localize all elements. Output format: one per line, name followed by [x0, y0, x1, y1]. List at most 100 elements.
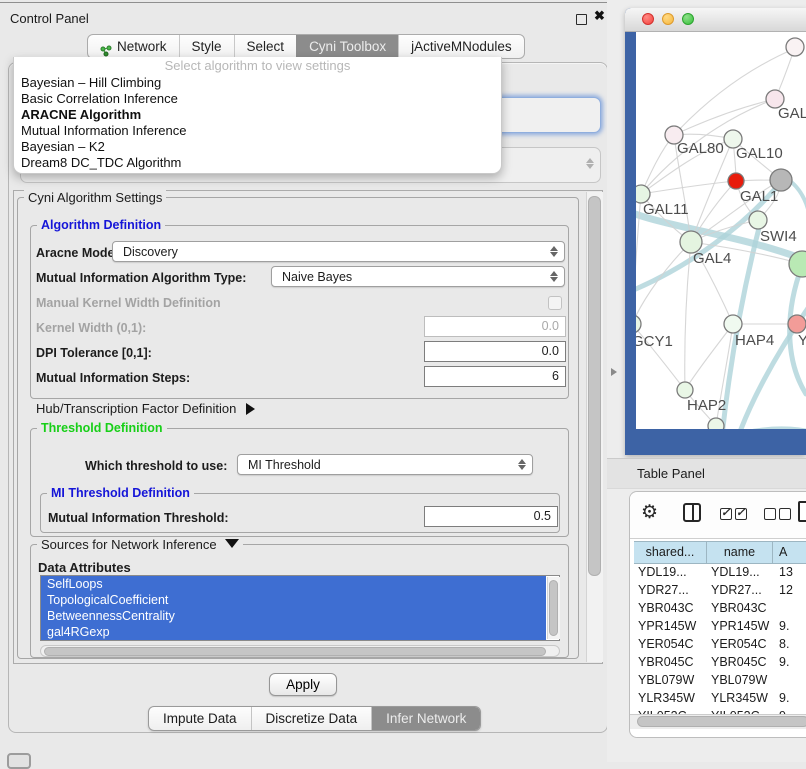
table-cell: 9.	[773, 689, 806, 707]
network-edge	[674, 99, 775, 135]
mi-threshold-label: Mutual Information Threshold:	[48, 511, 229, 525]
table-row[interactable]: YLR345WYLR345W9.	[634, 689, 806, 707]
tab-infer-network-label: Infer Network	[386, 711, 466, 726]
column-header-partial[interactable]: A	[773, 542, 806, 563]
mi-algorithm-type-combo[interactable]: Naive Bayes	[271, 266, 565, 287]
tab-jactivemnodules-label: jActiveMNodules	[411, 35, 512, 58]
network-node[interactable]	[786, 38, 804, 56]
data-attribute-item[interactable]: BetweennessCentrality	[41, 608, 546, 624]
table-cell: YLR345W	[707, 689, 773, 707]
network-node[interactable]	[788, 315, 806, 333]
tab-style[interactable]: Style	[179, 35, 234, 58]
algorithm-option[interactable]: Basic Correlation Inference	[14, 91, 501, 107]
document-icon[interactable]	[798, 501, 806, 522]
gear-icon[interactable]: ⚙	[641, 501, 658, 524]
network-node-label: GCY1	[636, 333, 673, 350]
data-attribute-item[interactable]: TopologicalCoefficient	[41, 592, 546, 608]
window-top-edge	[0, 2, 620, 3]
bottom-left-partial-button[interactable]	[7, 753, 31, 769]
network-window-titlebar[interactable]	[625, 8, 806, 32]
aracne-mode-combo[interactable]: Discovery	[112, 241, 565, 262]
apply-button[interactable]: Apply	[269, 673, 337, 696]
table-cell	[773, 599, 806, 617]
algorithm-option[interactable]: Bayesian – Hill Climbing	[14, 75, 501, 91]
network-node-label: SWI4	[760, 228, 797, 245]
tab-network[interactable]: Network	[88, 35, 179, 58]
hub-definition-toggle[interactable]: Hub/Transcription Factor Definition	[36, 401, 255, 416]
tab-cyni-toolbox[interactable]: Cyni Toolbox	[296, 35, 398, 58]
table-row[interactable]: YER054CYER054C8.	[634, 635, 806, 653]
table-row[interactable]: YBL079WYBL079W	[634, 671, 806, 689]
table-cell: YBL079W	[634, 671, 707, 689]
data-attribute-item[interactable]: gal4RGexp	[41, 624, 546, 640]
tab-infer-network[interactable]: Infer Network	[371, 707, 480, 730]
algorithm-option[interactable]: Mutual Information Inference	[14, 123, 501, 139]
split-columns-icon[interactable]	[683, 503, 701, 522]
table-row[interactable]: YDL19...YDL19...13	[634, 563, 806, 581]
algorithm-option[interactable]: ARACNE Algorithm	[14, 107, 501, 123]
data-attribute-item[interactable]: SelfLoops	[41, 576, 546, 592]
table-cell: 12	[773, 581, 806, 599]
table-row[interactable]: YIL052CYIL052C9.	[634, 707, 806, 714]
select-all-icon[interactable]	[720, 507, 750, 525]
network-node[interactable]	[728, 173, 744, 189]
tab-select[interactable]: Select	[234, 35, 297, 58]
deselect-all-icon[interactable]	[764, 507, 794, 525]
tab-discretize-data[interactable]: Discretize Data	[251, 707, 372, 730]
network-node-label: GAL11	[643, 201, 689, 218]
manual-kernel-width-checkbox[interactable]	[548, 296, 562, 310]
algorithm-option[interactable]: Bayesian – K2	[14, 139, 501, 155]
algorithm-option[interactable]: Dream8 DC_TDC Algorithm	[14, 155, 501, 171]
table-cell: YER054C	[707, 635, 773, 653]
dpi-tolerance-label: DPI Tolerance [0,1]:	[36, 346, 152, 360]
aracne-mode-value: Discovery	[123, 245, 178, 259]
network-edge	[786, 178, 806, 260]
which-threshold-combo[interactable]: MI Threshold	[237, 454, 533, 475]
network-canvas[interactable]: GALGAL80GAL10GAL1GAL11SWI4GAL4GCY1HAP4YH…	[636, 32, 806, 429]
kernel-width-field[interactable]: 0.0	[424, 316, 566, 337]
splitter-arrow-icon[interactable]	[611, 368, 617, 376]
network-node[interactable]	[636, 315, 641, 333]
table-row[interactable]: YPR145WYPR145W9.	[634, 617, 806, 635]
mi-threshold-field[interactable]: 0.5	[424, 506, 558, 527]
table-cell	[773, 671, 806, 689]
sources-toggle[interactable]: Sources for Network Inference	[37, 537, 243, 552]
float-window-icon[interactable]	[576, 14, 587, 25]
network-node[interactable]	[708, 418, 724, 429]
mi-threshold-definition-title: MI Threshold Definition	[47, 486, 194, 500]
zoom-light[interactable]	[682, 13, 694, 25]
attributes-hscrollbar-thumb[interactable]	[44, 647, 546, 656]
close-icon[interactable]: ✖	[594, 8, 605, 24]
table-row[interactable]: YDR27...YDR27...12	[634, 581, 806, 599]
table-cell: YBR045C	[707, 653, 773, 671]
minimize-light[interactable]	[662, 13, 674, 25]
network-node[interactable]	[724, 315, 742, 333]
data-attributes-label: Data Attributes	[38, 560, 131, 575]
data-attributes-list: SelfLoopsTopologicalCoefficientBetweenne…	[40, 575, 560, 641]
network-node[interactable]	[677, 382, 693, 398]
close-light[interactable]	[642, 13, 654, 25]
network-icon	[100, 41, 112, 53]
table-cell: YBR043C	[707, 599, 773, 617]
table-cell: 8.	[773, 635, 806, 653]
table-cell: YBR045C	[634, 653, 707, 671]
column-header-name[interactable]: name	[707, 542, 773, 563]
tab-discretize-data-label: Discretize Data	[266, 711, 358, 726]
settings-scrollbar-thumb[interactable]	[588, 196, 601, 576]
table-rows: YDL19...YDL19...13YDR27...YDR27...12YBR0…	[634, 563, 806, 714]
table-row[interactable]: YBR043CYBR043C	[634, 599, 806, 617]
dpi-tolerance-field[interactable]: 0.0	[424, 341, 566, 362]
network-node-label: GAL10	[736, 145, 783, 162]
table-hscrollbar-thumb[interactable]	[637, 716, 806, 727]
mi-steps-field[interactable]: 6	[424, 366, 566, 387]
table-row[interactable]: YBR045CYBR045C9.	[634, 653, 806, 671]
threshold-definition-title: Threshold Definition	[37, 421, 167, 435]
tab-impute-data[interactable]: Impute Data	[149, 707, 251, 730]
tab-jactivemnodules[interactable]: jActiveMNodules	[398, 35, 524, 58]
column-header-shared-name[interactable]: shared...	[634, 542, 707, 563]
hub-definition-label: Hub/Transcription Factor Definition	[36, 401, 236, 416]
attributes-scrollbar-thumb[interactable]	[549, 580, 558, 636]
table-panel-titlebar: Table Panel	[607, 458, 806, 489]
kernel-width-label: Kernel Width (0,1):	[36, 321, 146, 335]
network-node[interactable]	[749, 211, 767, 229]
